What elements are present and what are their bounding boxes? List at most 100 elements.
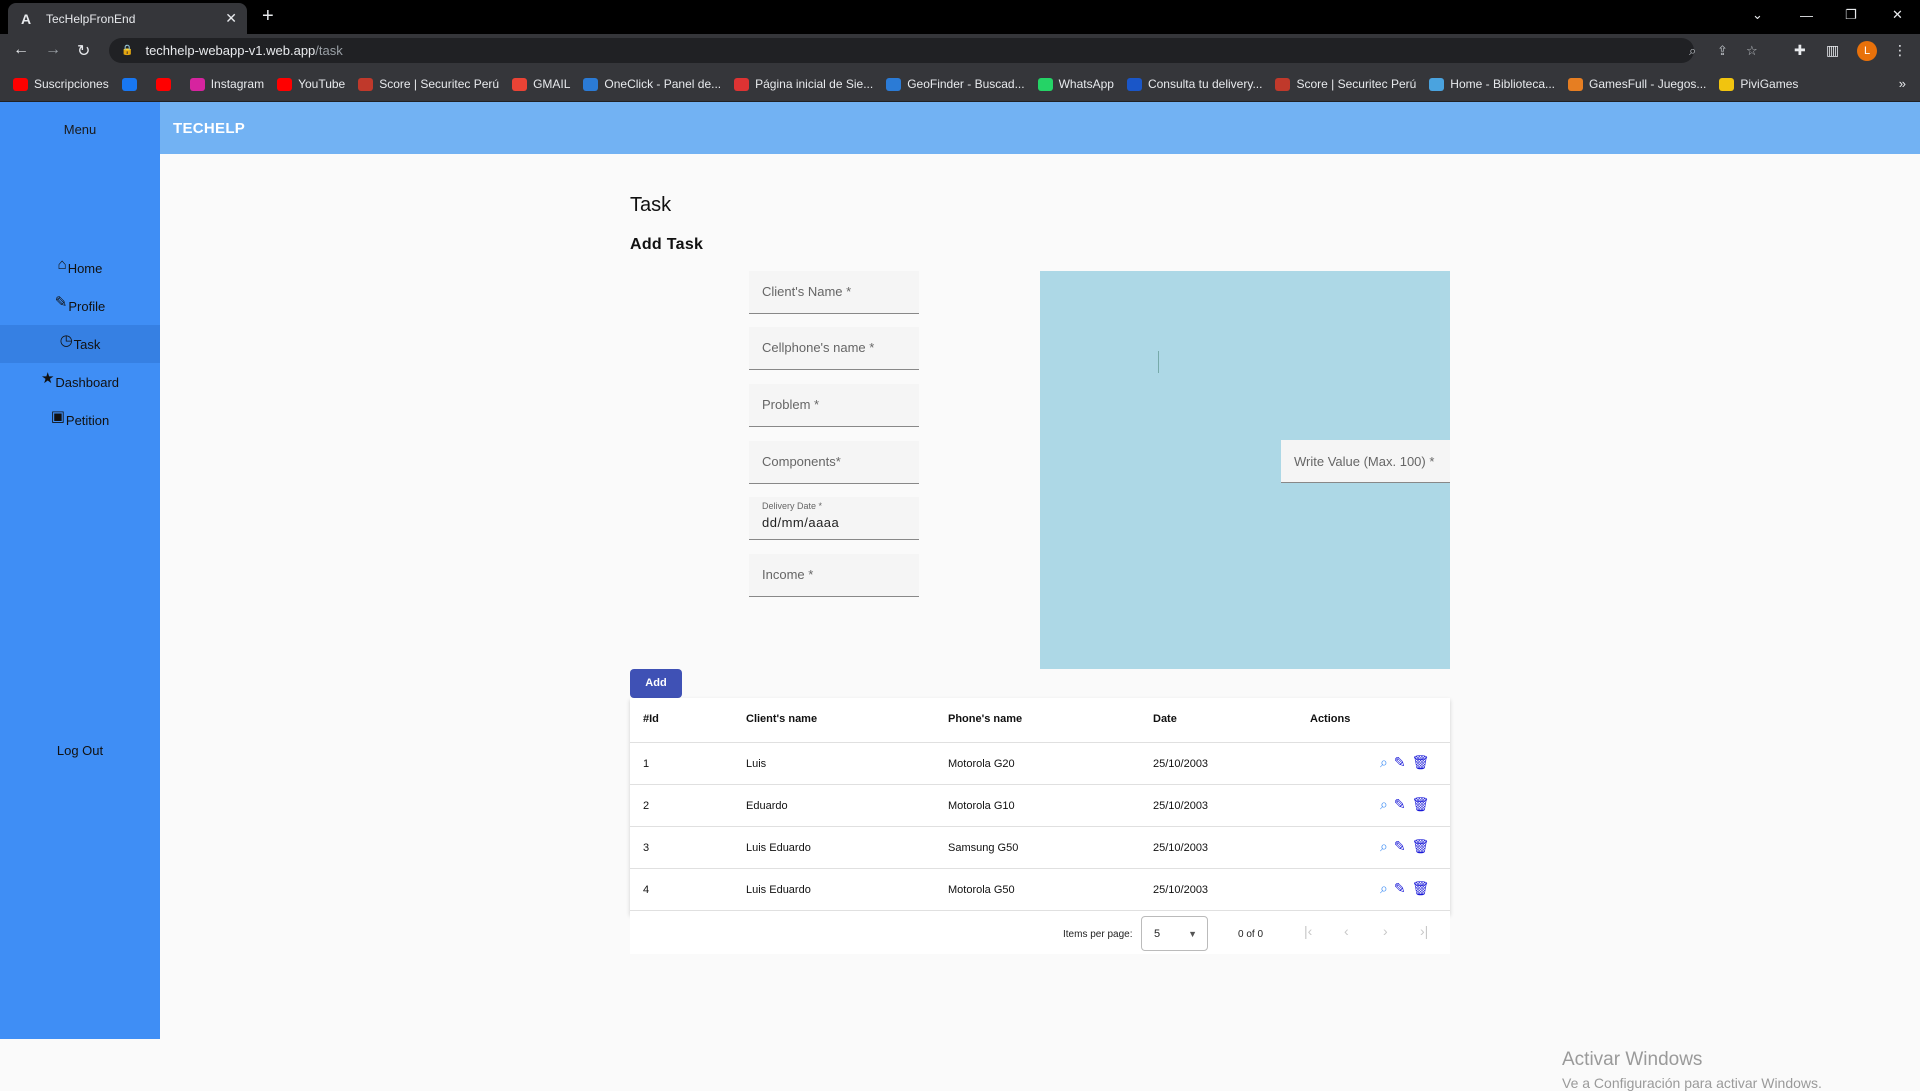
- bookmark-item[interactable]: Página inicial de Sie...: [734, 77, 873, 91]
- delete-icon[interactable]: 🗑: [1412, 880, 1430, 897]
- delete-icon[interactable]: 🗑: [1412, 754, 1430, 771]
- sidebar-item-petition[interactable]: ▣ Petition: [0, 401, 160, 439]
- table-row: 4 Luis Eduardo Motorola G50 25/10/2003 ⌕ ✎ 🗑: [630, 869, 1450, 911]
- avatar[interactable]: L: [1857, 41, 1877, 61]
- bookmark-item[interactable]: PiviGames: [1719, 77, 1798, 91]
- sidebar-item-dashboard[interactable]: ★ Dashboard: [0, 363, 160, 401]
- delete-icon[interactable]: 🗑: [1412, 838, 1430, 855]
- forward-icon[interactable]: →: [45, 41, 61, 59]
- sidebar-item-label: Task: [73, 336, 101, 352]
- bookmark-label: YouTube: [298, 77, 346, 91]
- sidebar-item-home[interactable]: ⌂ Home: [0, 249, 160, 287]
- bookmark-item[interactable]: GMAIL: [512, 77, 570, 91]
- sidebar-item-profile[interactable]: ✎ Profile: [0, 287, 160, 325]
- sidepanel-icon[interactable]: ▥: [1826, 42, 1839, 59]
- new-tab-button[interactable]: +: [262, 6, 274, 26]
- header-phone: Phone's name: [948, 713, 1023, 725]
- text-cursor: [1158, 351, 1159, 373]
- edit-icon[interactable]: ✎: [1394, 754, 1406, 771]
- page-size-value: 5: [1154, 928, 1161, 940]
- components-field[interactable]: Components*: [749, 441, 919, 484]
- restore-button[interactable]: ❐: [1845, 0, 1857, 30]
- row-actions: ⌕ ✎ 🗑: [1380, 754, 1429, 771]
- edit-icon[interactable]: ✎: [1394, 796, 1406, 813]
- extensions-icon[interactable]: ✚: [1794, 42, 1806, 59]
- prev-page-icon[interactable]: ‹: [1344, 923, 1349, 939]
- back-icon[interactable]: ←: [13, 41, 29, 59]
- minimize-button[interactable]: —: [1800, 0, 1813, 30]
- tab-title: TecHelpFronEnd: [46, 11, 136, 26]
- cell-date: 25/10/2003: [1153, 884, 1209, 896]
- bookmark-label: Consulta tu delivery...: [1147, 77, 1263, 91]
- cell-id: 2: [643, 800, 650, 812]
- bookmark-item[interactable]: Instagram: [189, 77, 264, 91]
- cell-date: 25/10/2003: [1153, 800, 1209, 812]
- table-row: 3 Luis Eduardo Samsung G50 25/10/2003 ⌕ ✎ 🗑: [630, 827, 1450, 869]
- close-window-button[interactable]: ✕: [1892, 0, 1903, 30]
- share-icon[interactable]: ⇪: [1717, 38, 1728, 63]
- bookmark-label: Score | Securitec Perú: [1296, 77, 1417, 91]
- first-page-icon[interactable]: |‹: [1304, 923, 1312, 939]
- problem-field[interactable]: Problem *: [749, 384, 919, 427]
- delivery-date-field[interactable]: Delivery Date * dd/mm/aaaa: [749, 497, 919, 540]
- sidebar-item-task[interactable]: ◷ Task: [0, 325, 160, 363]
- table-row: 1 Luis Motorola G20 25/10/2003 ⌕ ✎ 🗑: [630, 743, 1450, 785]
- dropdown-arrow-icon: ▼: [1188, 929, 1197, 939]
- add-button[interactable]: Add: [630, 669, 682, 698]
- bookmark-item[interactable]: [121, 77, 143, 91]
- bookmark-item[interactable]: GamesFull - Juegos...: [1568, 77, 1706, 91]
- delivery-icon: [1126, 77, 1142, 91]
- bookmark-label: PiviGames: [1740, 77, 1799, 91]
- header-id: #Id: [643, 713, 659, 725]
- bookmark-label: Home - Biblioteca...: [1450, 77, 1556, 91]
- url-input[interactable]: 🔒 techhelp-webapp-v1.web.app/task ⌕ ⇪ ☆: [109, 38, 1758, 63]
- search-icon[interactable]: ⌕: [1380, 754, 1388, 771]
- close-tab-icon[interactable]: ✕: [225, 10, 237, 27]
- whatsapp-icon: [1037, 77, 1053, 91]
- drawing-canvas[interactable]: Write Value (Max. 100) *: [1040, 271, 1450, 669]
- cellphone-name-field[interactable]: Cellphone's name *: [749, 327, 919, 370]
- browser-tab[interactable]: A TecHelpFronEnd ✕: [8, 3, 247, 34]
- wrench-icon: ✎: [54, 294, 68, 311]
- bookmark-item[interactable]: YouTube: [277, 77, 345, 91]
- bookmark-item[interactable]: OneClick - Panel de...: [583, 77, 721, 91]
- value-input[interactable]: Write Value (Max. 100) *: [1281, 440, 1450, 483]
- bookmark-star-icon[interactable]: ☆: [1746, 38, 1758, 63]
- app-toolbar: TECHELP: [160, 102, 1920, 154]
- client-name-field[interactable]: Client's Name *: [749, 271, 919, 314]
- delivery-date-label: Delivery Date *: [762, 501, 823, 511]
- edit-icon[interactable]: ✎: [1394, 838, 1406, 855]
- last-page-icon[interactable]: ›|: [1420, 923, 1428, 939]
- reload-icon[interactable]: ↻: [77, 41, 90, 61]
- income-field[interactable]: Income *: [749, 554, 919, 597]
- bookmark-item[interactable]: Home - Biblioteca...: [1429, 77, 1555, 91]
- cell-phone: Motorola G50: [948, 884, 1015, 896]
- cell-id: 3: [643, 842, 650, 854]
- bookmark-item[interactable]: GeoFinder - Buscad...: [886, 77, 1025, 91]
- search-icon[interactable]: ⌕: [1380, 838, 1388, 855]
- page-size-select[interactable]: 5 ▼: [1141, 916, 1208, 951]
- row-actions: ⌕ ✎ 🗑: [1380, 880, 1429, 897]
- logout-button[interactable]: Log Out: [0, 743, 160, 758]
- bookmark-item[interactable]: Suscripciones: [13, 77, 109, 91]
- sidebar-item-label: Profile: [68, 298, 106, 314]
- address-bar-row: ← → ↻ 🔒 techhelp-webapp-v1.web.app/task …: [0, 34, 1920, 67]
- bookmark-item[interactable]: Score | Securitec Perú: [358, 77, 499, 91]
- bookmark-item[interactable]: Score | Securitec Perú: [1275, 77, 1416, 91]
- edit-icon[interactable]: ✎: [1394, 880, 1406, 897]
- next-page-icon[interactable]: ›: [1383, 923, 1388, 939]
- bookmark-item[interactable]: Consulta tu delivery...: [1126, 77, 1263, 91]
- bookmark-item[interactable]: WhatsApp: [1037, 77, 1114, 91]
- bookmarks-bar: Suscripciones Instagram YouTube Score | Sec…: [0, 67, 1920, 102]
- star-icon: ★: [40, 370, 55, 387]
- bookmark-label: OneClick - Panel de...: [604, 77, 722, 91]
- bookmark-item[interactable]: [155, 77, 177, 91]
- siebel-icon: [734, 77, 750, 91]
- bookmarks-overflow-icon[interactable]: »: [1899, 76, 1906, 91]
- zoom-icon[interactable]: ⌕: [1689, 38, 1696, 63]
- delete-icon[interactable]: 🗑: [1412, 796, 1430, 813]
- search-icon[interactable]: ⌕: [1380, 880, 1388, 897]
- search-icon[interactable]: ⌕: [1380, 796, 1388, 813]
- tab-search-icon[interactable]: ⌄: [1752, 0, 1763, 30]
- kebab-menu-icon[interactable]: ⋮: [1893, 42, 1907, 59]
